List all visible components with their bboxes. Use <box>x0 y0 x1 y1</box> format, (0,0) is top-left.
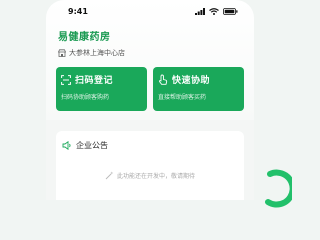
action-cards: 扫码登记 扫码协助顾客购药 快速协助 直接帮助顾客买药 <box>56 67 244 111</box>
speaker-icon <box>62 141 71 150</box>
announcement-header: 企业公告 <box>62 140 108 151</box>
wifi-icon <box>209 8 219 15</box>
store-name: 易健康药房 <box>58 32 111 43</box>
store-branch-label: 大参林上海中心店 <box>69 49 125 57</box>
scan-register-title: 扫码登记 <box>75 76 114 86</box>
announcement-title: 企业公告 <box>76 141 108 150</box>
signal-icon <box>195 8 205 15</box>
store-info: 易健康药房 大参林上海中心店 <box>58 28 125 58</box>
tap-icon <box>159 74 168 85</box>
scan-register-subtitle: 扫码协助顾客购药 <box>61 94 110 101</box>
status-bar: 9:41 <box>46 0 254 24</box>
announcement-panel: 企业公告 此功能还在开发中，敬请期待 <box>56 131 244 200</box>
decorative-ring <box>265 169 292 208</box>
wand-icon <box>105 171 114 180</box>
phone-screen: 9:41 易健康药房 大参林上海中心店 扫码登记 扫码协助顾客购药 快速协助 直… <box>46 0 254 200</box>
store-branch-selector[interactable]: 大参林上海中心店 <box>58 48 125 58</box>
status-time: 9:41 <box>68 7 88 16</box>
quick-assist-title: 快速协助 <box>172 76 211 86</box>
status-icons <box>195 8 238 15</box>
announcement-empty-text: 此功能还在开发中，敬请期待 <box>116 173 195 180</box>
quick-assist-subtitle: 直接帮助顾客买药 <box>158 94 207 101</box>
shop-icon <box>58 49 66 57</box>
scan-register-card[interactable]: 扫码登记 扫码协助顾客购药 <box>56 67 147 111</box>
quick-assist-card[interactable]: 快速协助 直接帮助顾客买药 <box>153 67 244 111</box>
scan-icon <box>61 74 71 85</box>
battery-icon <box>223 8 238 15</box>
announcement-empty-state: 此功能还在开发中，敬请期待 <box>56 171 244 180</box>
